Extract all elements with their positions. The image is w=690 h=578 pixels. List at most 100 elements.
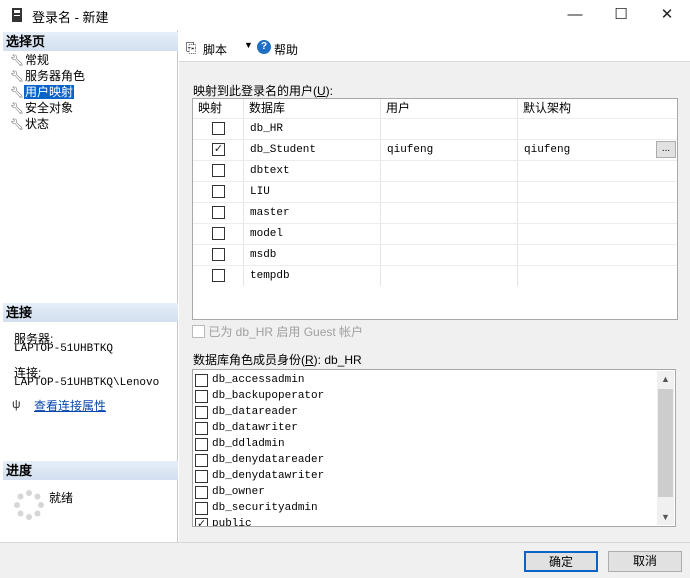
user-mapping-grid[interactable]: 映射 数据库 用户 默认架构 db_HRdb_Studentqiufengqiu… xyxy=(192,98,678,320)
table-row[interactable]: db_HR xyxy=(193,118,677,139)
role-name: db_owner xyxy=(212,486,265,498)
table-row[interactable]: master xyxy=(193,202,677,223)
scroll-down-icon[interactable]: ▼ xyxy=(657,509,674,525)
role-checkbox[interactable] xyxy=(195,486,208,499)
page-securables[interactable]: 🔧︎安全对象 xyxy=(10,100,74,116)
column-header-user[interactable]: 用户 xyxy=(381,99,518,118)
table-row[interactable]: tempdb xyxy=(193,265,677,286)
database-cell[interactable]: model xyxy=(244,224,381,244)
wrench-icon: 🔧︎ xyxy=(10,87,24,99)
column-header-database[interactable]: 数据库 xyxy=(244,99,381,118)
table-row[interactable]: model xyxy=(193,223,677,244)
user-cell[interactable] xyxy=(381,182,518,202)
user-mapping-label: 映射到此登录名的用户(U): xyxy=(193,84,334,98)
role-checkbox[interactable] xyxy=(195,374,208,387)
user-cell[interactable]: qiufeng xyxy=(381,140,518,160)
default-schema-cell[interactable] xyxy=(518,161,677,181)
page-user-mapping[interactable]: 🔧︎用户映射 xyxy=(10,84,75,100)
user-cell[interactable] xyxy=(381,119,518,139)
user-cell[interactable] xyxy=(381,224,518,244)
minimize-button[interactable]: — xyxy=(552,0,598,30)
schema-browse-button[interactable]: ... xyxy=(656,141,676,158)
role-membership-list[interactable]: db_accessadmin db_backupoperator db_datare… xyxy=(192,369,676,527)
wrench-icon: 🔧︎ xyxy=(10,71,24,83)
table-row[interactable]: dbtext xyxy=(193,160,677,181)
server-value: LAPTOP-51UHBTKQ xyxy=(14,343,114,355)
progress-spinner-icon xyxy=(14,490,44,520)
column-header-map[interactable]: 映射 xyxy=(193,99,244,118)
database-cell[interactable]: db_Student xyxy=(244,140,381,160)
map-checkbox[interactable] xyxy=(212,164,225,177)
window-title: 登录名 - 新建 xyxy=(32,10,109,25)
ok-button[interactable]: 确定 xyxy=(524,551,598,572)
role-checkbox[interactable] xyxy=(195,422,208,435)
database-cell[interactable]: msdb xyxy=(244,245,381,265)
user-cell[interactable] xyxy=(381,203,518,223)
connection-properties-icon: ψ xyxy=(12,397,21,411)
map-cell xyxy=(193,161,244,181)
database-cell[interactable]: LIU xyxy=(244,182,381,202)
map-cell xyxy=(193,203,244,223)
database-cell[interactable]: dbtext xyxy=(244,161,381,181)
map-checkbox[interactable] xyxy=(212,248,225,261)
page-status[interactable]: 🔧︎状态 xyxy=(10,116,50,132)
map-checkbox[interactable] xyxy=(212,227,225,240)
database-cell[interactable]: tempdb xyxy=(244,266,381,286)
scrollbar-thumb[interactable] xyxy=(658,389,673,497)
role-name: db_securityadmin xyxy=(212,502,318,514)
role-name: db_backupoperator xyxy=(212,390,325,402)
maximize-button[interactable]: ☐ xyxy=(598,0,644,30)
cancel-button[interactable]: 取消 xyxy=(608,551,682,572)
default-schema-cell[interactable] xyxy=(518,245,677,265)
database-cell[interactable]: db_HR xyxy=(244,119,381,139)
progress-status: 就绪 xyxy=(49,491,74,505)
role-checkbox[interactable] xyxy=(195,438,208,451)
map-cell xyxy=(193,224,244,244)
user-cell[interactable] xyxy=(381,266,518,286)
map-checkbox[interactable] xyxy=(212,143,225,156)
map-checkbox[interactable] xyxy=(212,122,225,135)
role-checkbox[interactable] xyxy=(195,502,208,515)
default-schema-cell[interactable] xyxy=(518,182,677,202)
script-button[interactable]: ⎘ 脚本 ▼ xyxy=(186,40,266,58)
user-cell[interactable] xyxy=(381,161,518,181)
map-checkbox[interactable] xyxy=(212,206,225,219)
column-header-default-schema[interactable]: 默认架构 xyxy=(518,99,677,118)
default-schema-cell[interactable] xyxy=(518,203,677,223)
role-checkbox[interactable] xyxy=(195,406,208,419)
table-row[interactable]: db_Studentqiufengqiufeng... xyxy=(193,139,677,160)
table-row[interactable]: msdb xyxy=(193,244,677,265)
map-checkbox[interactable] xyxy=(212,269,225,282)
map-checkbox[interactable] xyxy=(212,185,225,198)
role-checkbox[interactable] xyxy=(195,390,208,403)
help-button[interactable]: ? 帮助 xyxy=(257,40,317,58)
map-cell xyxy=(193,245,244,265)
toolbar: ⎘ 脚本 ▼ ? 帮助 xyxy=(179,35,690,61)
page-general[interactable]: 🔧︎常规 xyxy=(10,52,50,68)
page-server-roles[interactable]: 🔧︎服务器角色 xyxy=(10,68,86,84)
role-checkbox[interactable] xyxy=(195,518,208,526)
map-cell xyxy=(193,140,244,160)
scroll-up-icon[interactable]: ▲ xyxy=(657,371,674,387)
footer: 确定 取消 xyxy=(0,542,690,578)
role-checkbox[interactable] xyxy=(195,454,208,467)
title-bar: 登录名 - 新建 — ☐ ✕ xyxy=(0,0,690,30)
progress-header: 进度 xyxy=(3,461,178,480)
database-cell[interactable]: master xyxy=(244,203,381,223)
close-button[interactable]: ✕ xyxy=(644,0,690,30)
table-row[interactable]: LIU xyxy=(193,181,677,202)
map-cell xyxy=(193,266,244,286)
script-icon: ⎘ xyxy=(186,40,197,55)
role-list-scrollbar[interactable]: ▲ ▼ xyxy=(657,371,674,525)
role-checkbox[interactable] xyxy=(195,470,208,483)
default-schema-cell[interactable]: qiufeng xyxy=(518,140,677,160)
default-schema-cell[interactable] xyxy=(518,224,677,244)
view-connection-properties-link[interactable]: 查看连接属性 xyxy=(34,397,106,414)
default-schema-cell[interactable] xyxy=(518,119,677,139)
role-name: db_datareader xyxy=(212,406,298,418)
default-schema-cell[interactable] xyxy=(518,266,677,286)
dropdown-arrow-icon: ▼ xyxy=(244,40,253,50)
role-name: db_denydatareader xyxy=(212,454,325,466)
guest-account-checkbox xyxy=(192,325,205,338)
user-cell[interactable] xyxy=(381,245,518,265)
